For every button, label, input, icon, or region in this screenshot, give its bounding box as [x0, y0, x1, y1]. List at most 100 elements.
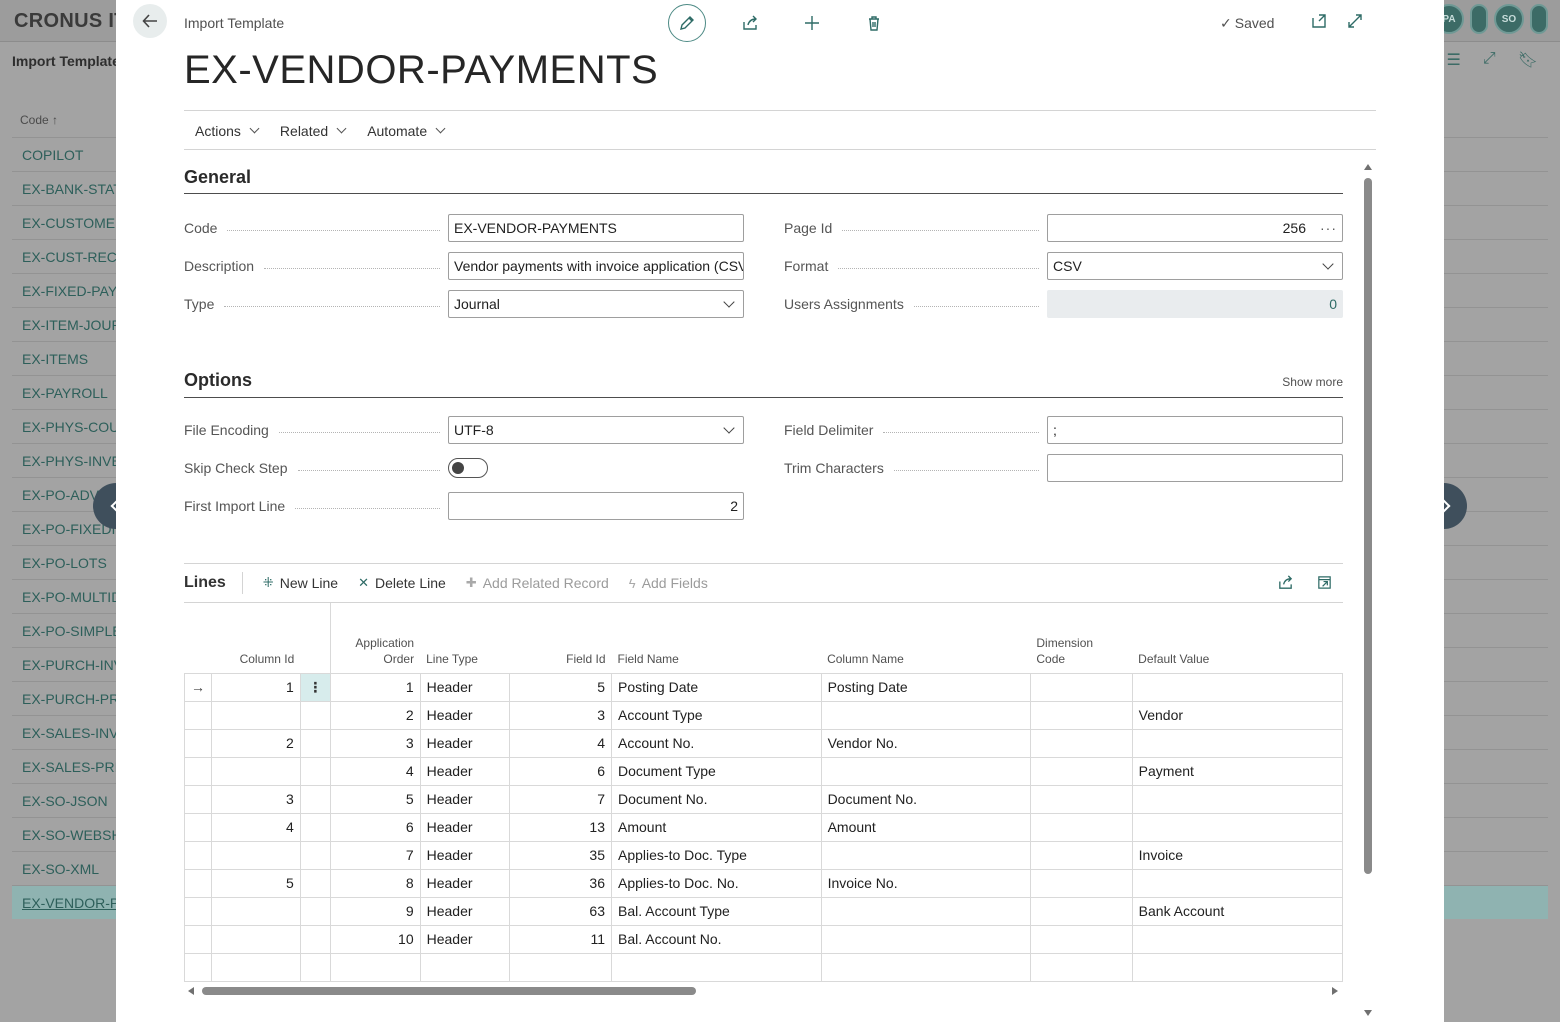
scroll-left-arrow[interactable]	[188, 987, 194, 995]
table-row[interactable]: 5 8 Header 36 Applies-to Doc. No. Invoice No.	[184, 869, 1344, 898]
related-menu[interactable]: Related	[269, 123, 356, 139]
dimension-code-cell[interactable]	[1030, 897, 1133, 926]
table-row[interactable]: 2 3 Header 4 Account No. Vendor No.	[184, 729, 1344, 758]
dimension-code-cell[interactable]	[1030, 701, 1133, 730]
options-section-title[interactable]: Options	[184, 370, 252, 391]
field-name-cell[interactable]: Applies-to Doc. Type	[611, 841, 822, 870]
line-type-cell[interactable]: Header	[420, 701, 511, 730]
format-select[interactable]: CSV	[1047, 252, 1343, 280]
column-name-cell[interactable]	[821, 841, 1031, 870]
back-button[interactable]	[133, 4, 167, 38]
column-id-cell[interactable]	[211, 953, 301, 982]
field-id-cell[interactable]: 5	[509, 672, 612, 702]
row-menu-cell[interactable]	[300, 841, 331, 870]
open-in-window-icon[interactable]	[1316, 574, 1333, 591]
row-marker[interactable]	[184, 897, 212, 926]
field-id-cell[interactable]: 3	[509, 701, 612, 730]
field-name-cell[interactable]: Document Type	[611, 757, 822, 786]
new-line-button[interactable]: ⁜ New Line	[263, 575, 338, 591]
general-section-title[interactable]: General	[184, 167, 251, 188]
column-id-cell[interactable]	[211, 897, 301, 926]
row-menu-cell[interactable]	[300, 897, 331, 926]
application-order-cell[interactable]: 3	[330, 729, 421, 758]
default-value-cell[interactable]	[1132, 729, 1344, 758]
field-id-cell[interactable]: 13	[509, 813, 612, 842]
field-delimiter-input[interactable]: ;	[1047, 416, 1343, 444]
default-value-cell[interactable]	[1132, 672, 1344, 702]
line-type-cell[interactable]: Header	[420, 897, 511, 926]
line-type-cell[interactable]: Header	[420, 757, 511, 786]
column-name-cell[interactable]	[821, 701, 1031, 730]
row-menu-cell[interactable]	[300, 701, 331, 730]
line-type-cell[interactable]: Header	[420, 785, 511, 814]
field-name-cell[interactable]: Bal. Account Type	[611, 897, 822, 926]
line-type-cell[interactable]: Header	[420, 729, 511, 758]
avatar[interactable]	[1470, 4, 1488, 34]
code-column-header[interactable]: Code ↑	[20, 113, 58, 127]
row-marker[interactable]	[184, 869, 212, 898]
column-id-cell[interactable]: 1	[211, 672, 301, 702]
page-id-input[interactable]: 256 ···	[1047, 214, 1343, 242]
column-id-header[interactable]: Column Id	[212, 603, 301, 673]
row-marker[interactable]	[184, 757, 212, 786]
application-order-cell[interactable]: 2	[330, 701, 421, 730]
scroll-right-arrow[interactable]	[1332, 987, 1338, 995]
column-name-cell[interactable]: Document No.	[821, 785, 1031, 814]
field-id-cell[interactable]: 35	[509, 841, 612, 870]
row-menu-cell[interactable]	[300, 813, 331, 842]
column-name-cell[interactable]	[821, 897, 1031, 926]
field-name-header[interactable]: Field Name	[612, 603, 822, 673]
lines-title[interactable]: Lines	[184, 572, 243, 594]
description-input[interactable]: Vendor payments with invoice application…	[448, 252, 744, 280]
line-type-cell[interactable]: Header	[420, 925, 511, 954]
column-name-cell[interactable]: Invoice No.	[821, 869, 1031, 898]
field-name-cell[interactable]: Account No.	[611, 729, 822, 758]
dimension-code-cell[interactable]	[1030, 757, 1133, 786]
column-name-cell[interactable]	[821, 757, 1031, 786]
dimension-code-cell[interactable]	[1030, 925, 1133, 954]
application-order-cell[interactable]: 9	[330, 897, 421, 926]
table-row[interactable]: 9 Header 63 Bal. Account Type Bank Account	[184, 897, 1344, 926]
open-new-window-icon[interactable]	[1310, 12, 1328, 30]
dimension-code-cell[interactable]	[1030, 953, 1133, 982]
users-assignments-value[interactable]: 0	[1047, 290, 1343, 318]
table-row[interactable]: → 1 ⋮ 1 Header 5 Posting Date Posting Date	[184, 672, 1344, 702]
expand-icon[interactable]: ⤢	[1483, 50, 1496, 70]
table-row[interactable]	[184, 953, 1344, 982]
row-menu-cell[interactable]	[300, 869, 331, 898]
code-input[interactable]: EX-VENDOR-PAYMENTS	[448, 214, 744, 242]
column-id-cell[interactable]	[211, 925, 301, 954]
row-menu-cell[interactable]	[300, 953, 331, 982]
row-menu-cell[interactable]	[300, 785, 331, 814]
field-name-cell[interactable]: Document No.	[611, 785, 822, 814]
column-name-cell[interactable]: Posting Date	[821, 672, 1031, 702]
first-import-line-input[interactable]: 2	[448, 492, 744, 520]
field-name-cell[interactable]: Posting Date	[611, 672, 822, 702]
default-value-cell[interactable]	[1132, 953, 1344, 982]
type-select[interactable]: Journal	[448, 290, 744, 318]
dimension-code-cell[interactable]	[1030, 729, 1133, 758]
field-id-cell[interactable]: 7	[509, 785, 612, 814]
column-name-cell[interactable]: Amount	[821, 813, 1031, 842]
default-value-cell[interactable]	[1132, 813, 1344, 842]
edit-button[interactable]	[668, 4, 706, 42]
table-row[interactable]: 2 Header 3 Account Type Vendor	[184, 701, 1344, 730]
table-row[interactable]: 4 6 Header 13 Amount Amount	[184, 813, 1344, 842]
field-id-cell[interactable]: 36	[509, 869, 612, 898]
actions-menu[interactable]: Actions	[184, 123, 269, 139]
application-order-cell[interactable]: 10	[330, 925, 421, 954]
table-row[interactable]: 3 5 Header 7 Document No. Document No.	[184, 785, 1344, 814]
new-button[interactable]	[794, 5, 830, 41]
row-marker[interactable]	[184, 729, 212, 758]
line-type-cell[interactable]	[420, 953, 511, 982]
dimension-code-cell[interactable]	[1030, 672, 1133, 702]
row-marker[interactable]	[184, 841, 212, 870]
delete-line-button[interactable]: ✕ Delete Line	[358, 575, 446, 591]
application-order-cell[interactable]: 8	[330, 869, 421, 898]
bookmark-icon[interactable]: 🔖︎	[1518, 50, 1538, 70]
column-id-cell[interactable]: 3	[211, 785, 301, 814]
field-name-cell[interactable]: Bal. Account No.	[611, 925, 822, 954]
avatar[interactable]: SO	[1494, 4, 1524, 34]
default-value-cell[interactable]	[1132, 785, 1344, 814]
avatar[interactable]	[1530, 4, 1548, 34]
